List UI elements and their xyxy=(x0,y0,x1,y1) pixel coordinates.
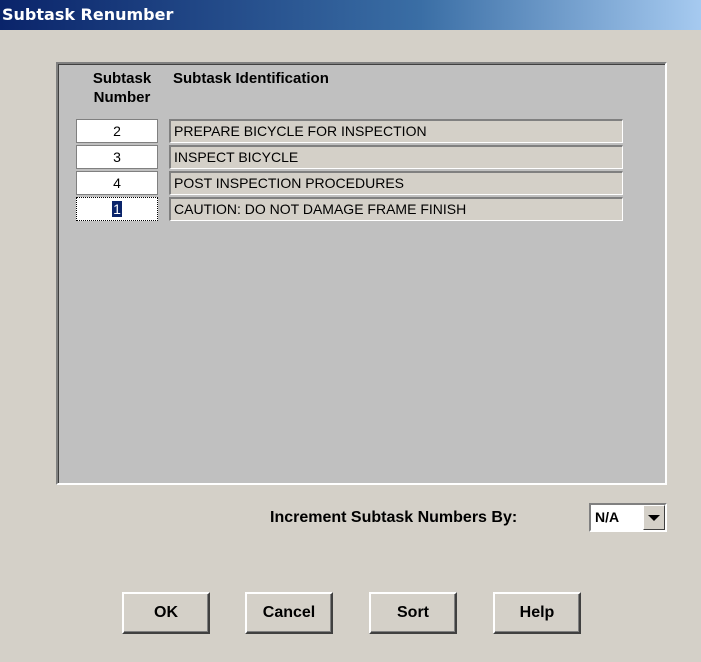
subtask-number-value: 4 xyxy=(113,175,121,191)
subtask-number-header: Subtask Number xyxy=(80,69,164,107)
sort-button[interactable]: Sort xyxy=(369,592,457,634)
subtask-list-panel: Subtask Number Subtask Identification 2 … xyxy=(56,62,667,485)
increment-label: Increment Subtask Numbers By: xyxy=(270,509,518,526)
cancel-button[interactable]: Cancel xyxy=(245,592,333,634)
subtask-number-field[interactable]: 4 xyxy=(76,171,158,195)
window-title: Subtask Renumber xyxy=(2,5,174,24)
subtask-number-field[interactable]: 2 xyxy=(76,119,158,143)
chevron-down-icon xyxy=(648,514,660,521)
subtask-identification-field: POST INSPECTION PROCEDURES xyxy=(169,171,623,195)
subtask-number-header-line2: Number xyxy=(93,89,151,106)
increment-dropdown[interactable]: N/A xyxy=(589,503,667,532)
subtask-identification-field: CAUTION: DO NOT DAMAGE FRAME FINISH xyxy=(169,197,623,221)
subtask-number-value: 1 xyxy=(112,201,122,217)
subtask-number-field-focused[interactable]: 1 xyxy=(76,197,158,221)
ok-button[interactable]: OK xyxy=(122,592,210,634)
subtask-number-value: 3 xyxy=(113,149,121,165)
subtask-identification-field: INSPECT BICYCLE xyxy=(169,145,623,169)
subtask-number-value: 2 xyxy=(113,123,121,139)
subtask-identification-header: Subtask Identification xyxy=(173,70,329,87)
dropdown-button[interactable] xyxy=(643,505,665,530)
subtask-identification-field: PREPARE BICYCLE FOR INSPECTION xyxy=(169,119,623,143)
help-button[interactable]: Help xyxy=(493,592,581,634)
subtask-number-header-line1: Subtask xyxy=(92,70,152,87)
panel-inner: Subtask Number Subtask Identification 2 … xyxy=(58,64,665,483)
increment-dropdown-value: N/A xyxy=(595,509,620,525)
title-bar: Subtask Renumber xyxy=(0,0,701,30)
subtask-number-field[interactable]: 3 xyxy=(76,145,158,169)
